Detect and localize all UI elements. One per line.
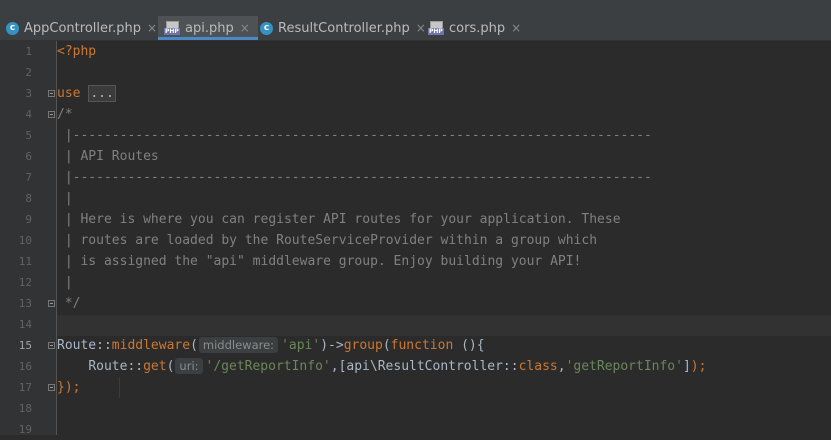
- code-line-6: |---------------------------------------…: [57, 128, 652, 143]
- line-number: 9: [25, 213, 32, 226]
- line-number: 18: [18, 402, 32, 415]
- line-number: 4: [25, 108, 32, 121]
- line-number: 6: [25, 150, 32, 163]
- tab-label: cors.php: [449, 20, 506, 36]
- code-editor[interactable]: <?php use ... /* |----------------------…: [57, 41, 831, 435]
- line-number: 19: [18, 423, 32, 436]
- code-line-10: | Here is where you can register API rou…: [57, 212, 621, 227]
- line-number-current: 15: [18, 339, 32, 352]
- code-line-18: });: [57, 380, 81, 395]
- tab-label: api.php: [185, 20, 234, 36]
- tab-cors[interactable]: PHP cors.php ×: [428, 16, 521, 40]
- line-number: 16: [18, 360, 32, 373]
- code-line-14: */: [57, 296, 81, 311]
- code-line-13: |: [57, 275, 73, 290]
- line-number: 17: [18, 381, 32, 394]
- folded-region[interactable]: ...: [88, 85, 116, 102]
- code-line-7: | API Routes: [57, 149, 159, 164]
- class-c-icon: c: [260, 21, 273, 35]
- line-number: 3: [25, 87, 32, 100]
- code-line-9: |: [57, 191, 73, 206]
- fold-toggle-icon[interactable]: [48, 111, 55, 118]
- close-icon[interactable]: ×: [240, 21, 250, 35]
- fold-toggle-icon[interactable]: [48, 90, 55, 97]
- code-line-5: /*: [57, 107, 73, 122]
- line-number: 12: [18, 276, 32, 289]
- code-line-16: Route::middleware(middleware:'api')->gro…: [57, 337, 485, 353]
- fold-toggle-icon[interactable]: [48, 384, 55, 391]
- close-icon[interactable]: ×: [416, 21, 426, 35]
- line-number: 14: [18, 318, 32, 331]
- line-number: 10: [18, 234, 32, 247]
- line-number-gutter[interactable]: 1 2 3 4 5 6 7 8 9 10 11 12 13 14 15 16 1…: [0, 41, 57, 436]
- line-number: 8: [25, 192, 32, 205]
- line-number: 13: [18, 297, 32, 310]
- code-line-3: use ...: [57, 85, 116, 102]
- code-line-1: <?php: [57, 44, 97, 59]
- line-number: 11: [18, 255, 32, 268]
- parameter-hint: middleware:: [198, 337, 279, 353]
- editor-tab-bar: c AppController.php × PHP api.php × c Re…: [0, 0, 831, 41]
- php-file-icon: PHP: [428, 21, 444, 35]
- line-number: 7: [25, 171, 32, 184]
- code-line-17: Route::get(uri: '/getReportInfo',[api\Res…: [88, 358, 707, 374]
- code-line-8: |---------------------------------------…: [57, 170, 652, 185]
- code-line-11: | routes are loaded by the RouteServiceP…: [57, 233, 598, 248]
- fold-toggle-icon[interactable]: [48, 342, 55, 349]
- code-line-12: | is assigned the "api" middleware group…: [57, 254, 582, 269]
- php-file-icon: PHP: [164, 21, 180, 35]
- line-number: 2: [25, 66, 32, 79]
- tab-label: ResultController.php: [278, 20, 410, 36]
- close-icon[interactable]: ×: [511, 21, 521, 35]
- close-icon[interactable]: ×: [147, 21, 157, 35]
- indent-guide: [119, 377, 120, 398]
- line-number: 1: [25, 45, 32, 58]
- tab-appcontroller[interactable]: c AppController.php ×: [6, 16, 157, 40]
- tab-label: AppController.php: [24, 20, 142, 36]
- tab-resultcontroller[interactable]: c ResultController.php ×: [260, 16, 426, 40]
- class-c-icon: c: [6, 21, 19, 35]
- parameter-hint: uri:: [175, 358, 203, 374]
- fold-toggle-icon[interactable]: [48, 300, 55, 307]
- line-number: 5: [25, 129, 32, 142]
- tab-api[interactable]: PHP api.php ×: [158, 16, 258, 40]
